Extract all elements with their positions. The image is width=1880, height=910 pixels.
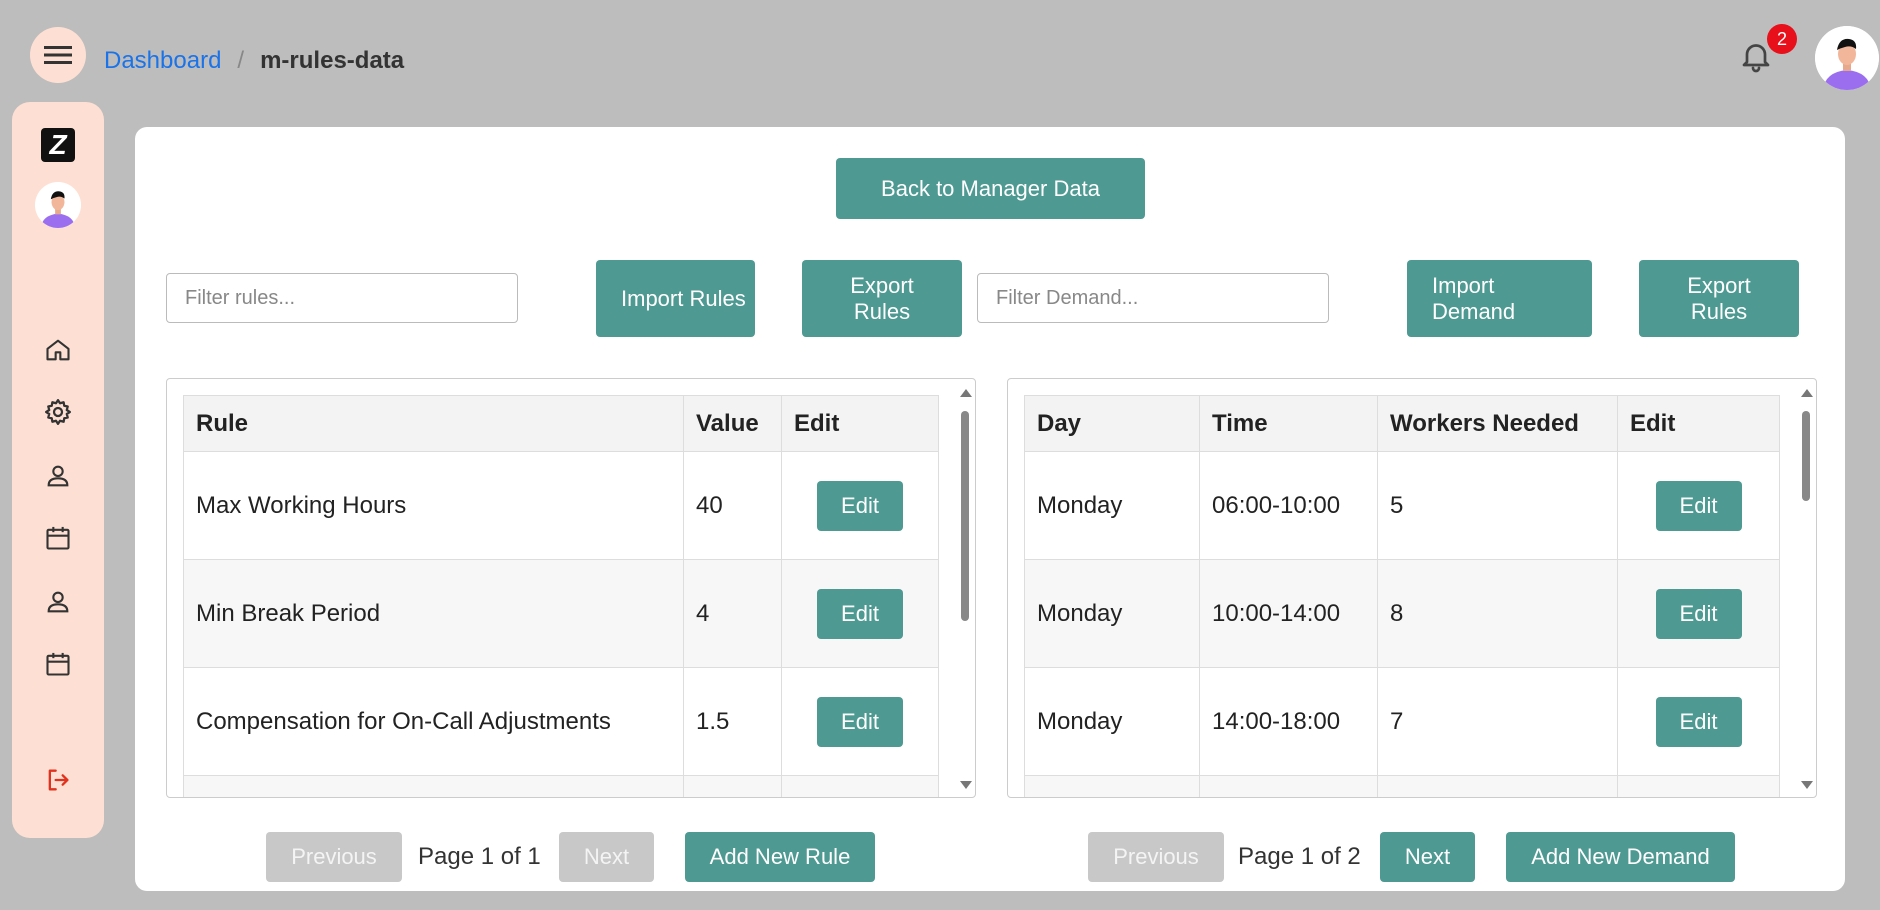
rules-page-info: Page 1 of 1 (418, 843, 541, 870)
import-demand-button[interactable]: Import Demand (1407, 260, 1592, 337)
edit-rule-button[interactable]: Edit (817, 696, 903, 747)
scrollbar-thumb[interactable] (961, 411, 969, 621)
rule-name-cell: Compensation for On-Call Adjustments (183, 667, 684, 776)
day-cell: Monday (1024, 667, 1200, 776)
filter-rules-input[interactable]: Filter rules... (166, 273, 518, 323)
add-new-rule-button[interactable]: Add New Rule (685, 832, 875, 882)
breadcrumb-separator: / (237, 47, 245, 74)
time-cell: 10:00-14:00 (1199, 559, 1378, 668)
column-header-value[interactable]: Value (683, 395, 782, 452)
demand-previous-button[interactable]: Previous (1088, 832, 1224, 882)
workers-cell (1377, 775, 1618, 797)
calendar-icon[interactable] (42, 522, 74, 554)
menu-toggle-button[interactable] (30, 27, 86, 83)
user-icon[interactable] (42, 460, 74, 492)
table-row: Compensation for On-Call Adjustments 1.5… (183, 667, 939, 776)
export-demand-button[interactable]: Export Rules (1639, 260, 1799, 337)
edit-rule-button[interactable]: Edit (817, 480, 903, 531)
notification-count-badge: 2 (1767, 24, 1797, 54)
edit-cell (781, 775, 939, 797)
rule-value-cell: 4 (683, 559, 782, 668)
edit-cell: Edit (781, 451, 939, 560)
edit-cell: Edit (781, 559, 939, 668)
column-header-edit: Edit (781, 395, 939, 452)
rules-next-button[interactable]: Next (559, 832, 654, 882)
scroll-down-arrow-icon[interactable] (1801, 781, 1813, 789)
breadcrumb-current: m-rules-data (260, 47, 405, 74)
breadcrumb: Dashboard / m-rules-data (104, 47, 404, 75)
home-icon[interactable] (42, 334, 74, 366)
gear-icon[interactable] (42, 396, 74, 428)
sidebar-avatar[interactable] (35, 182, 81, 228)
filter-demand-input[interactable]: Filter Demand... (977, 273, 1329, 323)
rule-name-cell (183, 775, 684, 797)
demand-table-panel: Day Time Workers Needed Edit Monday 06:0… (1007, 378, 1817, 798)
app-logo[interactable]: Z (41, 128, 75, 162)
table-row: Max Working Hours 40 Edit (183, 451, 939, 560)
table-row: Monday 10:00-14:00 8 Edit (1024, 559, 1780, 668)
edit-demand-button[interactable]: Edit (1655, 696, 1742, 747)
day-cell: Monday (1024, 451, 1200, 560)
rules-previous-button[interactable]: Previous (266, 832, 402, 882)
user-avatar[interactable] (1815, 26, 1879, 90)
rule-name-cell: Min Break Period (183, 559, 684, 668)
main-card: Back to Manager Data Filter rules... Imp… (135, 127, 1845, 891)
export-rules-button[interactable]: Export Rules (802, 260, 962, 337)
rule-value-cell (683, 775, 782, 797)
breadcrumb-dashboard-link[interactable]: Dashboard (104, 47, 221, 75)
demand-table: Day Time Workers Needed Edit Monday 06:0… (1024, 395, 1780, 797)
column-header-time[interactable]: Time (1199, 395, 1378, 452)
table-header-row: Day Time Workers Needed Edit (1024, 395, 1780, 452)
user-icon[interactable] (42, 586, 74, 618)
scroll-up-arrow-icon[interactable] (1801, 389, 1813, 397)
scroll-up-arrow-icon[interactable] (960, 389, 972, 397)
scroll-down-arrow-icon[interactable] (960, 781, 972, 789)
edit-cell: Edit (1617, 451, 1780, 560)
rules-table-panel: Rule Value Edit Max Working Hours 40 Edi… (166, 378, 976, 798)
demand-page-info: Page 1 of 2 (1238, 843, 1361, 870)
table-header-row: Rule Value Edit (183, 395, 939, 452)
sidebar: Z (12, 102, 104, 838)
edit-demand-button[interactable]: Edit (1655, 480, 1742, 531)
column-header-workers-needed[interactable]: Workers Needed (1377, 395, 1618, 452)
edit-rule-button[interactable]: Edit (817, 588, 903, 639)
table-row: Min Break Period 4 Edit (183, 559, 939, 668)
time-cell: 14:00-18:00 (1199, 667, 1378, 776)
column-header-day[interactable]: Day (1024, 395, 1200, 452)
scrollbar-thumb[interactable] (1802, 411, 1810, 501)
logout-icon[interactable] (42, 764, 74, 796)
rule-name-cell: Max Working Hours (183, 451, 684, 560)
demand-scrollbar[interactable] (1799, 385, 1813, 793)
workers-cell: 8 (1377, 559, 1618, 668)
import-rules-button[interactable]: Import Rules (596, 260, 755, 337)
workers-cell: 7 (1377, 667, 1618, 776)
edit-cell (1617, 775, 1780, 797)
rule-value-cell: 40 (683, 451, 782, 560)
calendar-icon[interactable] (42, 648, 74, 680)
hamburger-icon (44, 46, 72, 64)
edit-cell: Edit (1617, 559, 1780, 668)
edit-cell: Edit (781, 667, 939, 776)
day-cell (1024, 775, 1200, 797)
rules-scrollbar[interactable] (958, 385, 972, 793)
column-header-rule[interactable]: Rule (183, 395, 684, 452)
table-row: Monday 06:00-10:00 5 Edit (1024, 451, 1780, 560)
rule-value-cell: 1.5 (683, 667, 782, 776)
time-cell: 06:00-10:00 (1199, 451, 1378, 560)
add-new-demand-button[interactable]: Add New Demand (1506, 832, 1735, 882)
back-to-manager-data-button[interactable]: Back to Manager Data (836, 158, 1145, 219)
demand-next-button[interactable]: Next (1380, 832, 1475, 882)
edit-cell: Edit (1617, 667, 1780, 776)
day-cell: Monday (1024, 559, 1200, 668)
table-row (183, 775, 939, 797)
time-cell (1199, 775, 1378, 797)
table-row (1024, 775, 1780, 797)
column-header-edit: Edit (1617, 395, 1780, 452)
rules-table: Rule Value Edit Max Working Hours 40 Edi… (183, 395, 939, 797)
workers-cell: 5 (1377, 451, 1618, 560)
table-row: Monday 14:00-18:00 7 Edit (1024, 667, 1780, 776)
edit-demand-button[interactable]: Edit (1655, 588, 1742, 639)
